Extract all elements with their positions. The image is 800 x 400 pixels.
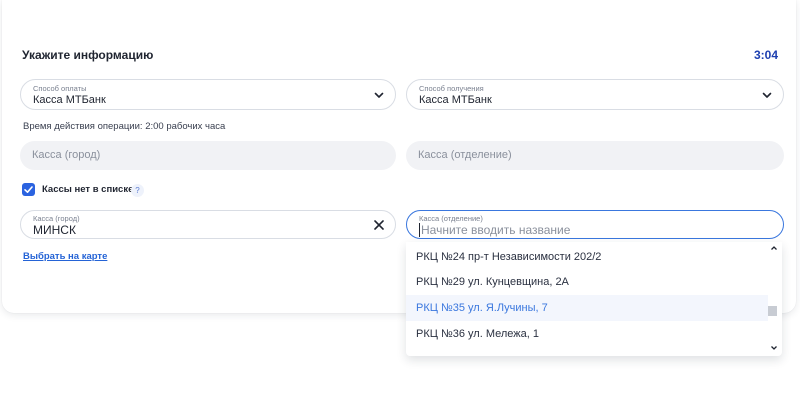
- not-in-list-checkbox[interactable]: [22, 183, 35, 196]
- chevron-down-icon: [762, 92, 772, 98]
- scroll-up-icon[interactable]: [770, 244, 778, 252]
- help-icon[interactable]: ?: [131, 184, 144, 197]
- city-placeholder: Касса (город): [32, 149, 101, 161]
- countdown-timer: 3:04: [753, 48, 778, 62]
- choose-on-map-link[interactable]: Выбрать на карте: [23, 251, 107, 262]
- not-in-list-label[interactable]: Кассы нет в списке: [42, 184, 133, 195]
- delivery-method-label: Способ получения: [419, 84, 484, 93]
- payment-method-select[interactable]: Способ оплаты Касса МТБанк: [20, 79, 396, 110]
- branch-input-disabled[interactable]: Касса (отделение): [406, 141, 784, 170]
- payment-method-label: Способ оплаты: [33, 84, 87, 93]
- validity-note: Время действия операции: 2:00 рабочих ча…: [23, 121, 226, 132]
- city-field-value: МИНСК: [33, 223, 76, 237]
- branch-field-placeholder: Начните вводить название: [419, 223, 571, 237]
- branch-field[interactable]: Касса (отделение) Начните вводить назван…: [406, 210, 784, 239]
- page-title: Укажите информацию: [22, 48, 154, 62]
- scroll-down-icon[interactable]: [770, 344, 778, 352]
- delivery-method-select[interactable]: Способ получения Касса МТБанк: [406, 79, 784, 110]
- branch-dropdown: РКЦ №24 пр-т Независимости 202/2 РКЦ №29…: [406, 242, 782, 356]
- dropdown-item[interactable]: РКЦ №36 ул. Мележа, 1: [406, 321, 768, 347]
- scrollbar-thumb[interactable]: [768, 306, 777, 316]
- dropdown-item-highlighted[interactable]: РКЦ №35 ул. Я.Лучины, 7: [406, 295, 768, 321]
- dropdown-item[interactable]: РКЦ №29 ул. Кунцевщина, 2А: [406, 269, 768, 295]
- city-field-label: Касса (город): [33, 214, 80, 223]
- delivery-method-value: Касса МТБанк: [419, 94, 492, 106]
- clear-icon[interactable]: [373, 219, 385, 231]
- dropdown-item[interactable]: РКЦ №24 пр-т Независимости 202/2: [406, 244, 768, 270]
- branch-placeholder: Касса (отделение): [418, 149, 512, 161]
- chevron-down-icon: [374, 92, 384, 98]
- branch-field-label: Касса (отделение): [419, 214, 483, 223]
- city-field[interactable]: Касса (город) МИНСК: [20, 210, 396, 239]
- checkmark-icon: [24, 186, 33, 193]
- city-input-disabled[interactable]: Касса (город): [20, 141, 396, 170]
- payment-method-value: Касса МТБанк: [33, 94, 106, 106]
